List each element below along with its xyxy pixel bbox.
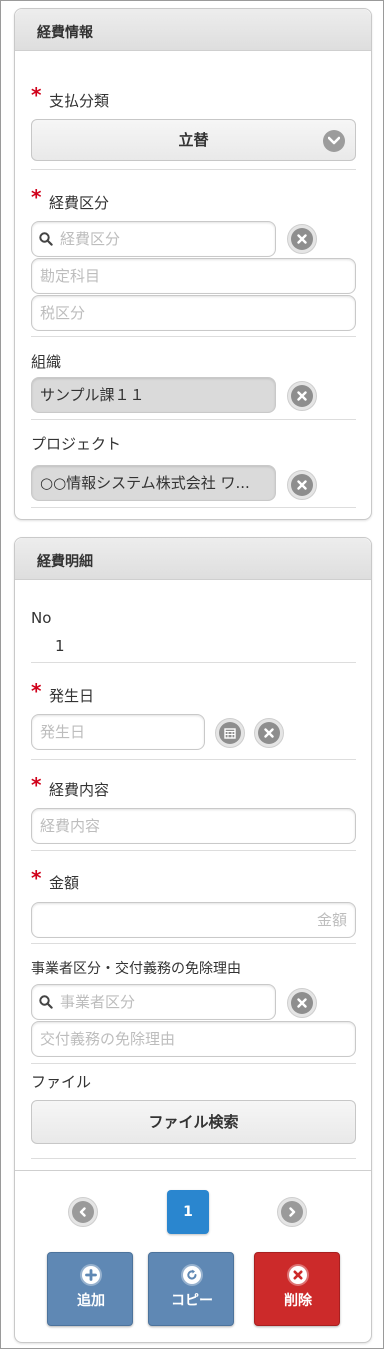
divider: [31, 943, 356, 944]
expense-category-label: 経費区分: [49, 194, 110, 212]
payment-category-select[interactable]: 立替: [31, 119, 356, 161]
date-input[interactable]: 発生日: [31, 714, 205, 750]
close-icon: [291, 474, 313, 496]
organization-value: サンプル課１１: [40, 386, 145, 404]
search-icon: [39, 232, 53, 246]
required-mark: *: [31, 866, 42, 890]
next-page-button[interactable]: [277, 1197, 307, 1227]
tax-category-placeholder: 税区分: [40, 304, 86, 322]
expense-info-header: 経費情報: [15, 9, 371, 51]
date-label: 発生日: [49, 687, 95, 705]
expense-category-search-input[interactable]: 経費区分: [31, 221, 276, 257]
plus-icon: [80, 1264, 102, 1286]
content-placeholder: 経費内容: [40, 817, 101, 835]
footer-divider: [15, 1170, 371, 1171]
copy-button[interactable]: コピー: [148, 1252, 234, 1326]
delete-label: 削除: [284, 1293, 312, 1309]
calendar-icon: [219, 722, 241, 744]
no-value: 1: [55, 637, 65, 655]
amount-input[interactable]: 金額: [31, 902, 356, 938]
delete-icon: [287, 1264, 309, 1286]
account-item-placeholder: 勘定科目: [40, 267, 101, 285]
expense-category-placeholder: 経費区分: [60, 230, 121, 248]
chevron-right-icon: [281, 1201, 303, 1223]
no-label: No: [31, 609, 52, 627]
add-button[interactable]: 追加: [47, 1252, 133, 1326]
page-1-button[interactable]: 1: [167, 1190, 209, 1234]
expense-detail-panel: 経費明細 No 1 * 発生日 発生日 * 経費内容 経費内容 * 金額 金額 …: [14, 537, 372, 1343]
required-mark: *: [31, 185, 42, 209]
clear-business-category-button[interactable]: [287, 988, 317, 1018]
organization-label: 組織: [31, 353, 62, 371]
file-label: ファイル: [31, 1073, 92, 1091]
content-input[interactable]: 経費内容: [31, 808, 356, 844]
amount-label: 金額: [49, 874, 80, 892]
organization-field[interactable]: サンプル課１１: [31, 377, 276, 413]
required-mark: *: [31, 83, 42, 107]
clear-project-button[interactable]: [287, 470, 317, 500]
divider: [31, 419, 356, 420]
account-item-input[interactable]: 勘定科目: [31, 258, 356, 294]
business-category-placeholder: 事業者区分: [60, 993, 136, 1011]
exemption-reason-input[interactable]: 交付義務の免除理由: [31, 1021, 356, 1057]
file-search-label: ファイル検索: [148, 1113, 239, 1131]
divider: [31, 1158, 356, 1159]
close-icon: [258, 722, 280, 744]
divider: [31, 336, 356, 337]
clear-organization-button[interactable]: [287, 381, 317, 411]
prev-page-button[interactable]: [68, 1197, 98, 1227]
chevron-left-icon: [72, 1201, 94, 1223]
date-placeholder: 発生日: [40, 723, 86, 741]
refresh-icon: [181, 1264, 203, 1286]
project-label: プロジェクト: [31, 435, 122, 453]
file-search-button[interactable]: ファイル検索: [31, 1100, 356, 1144]
amount-placeholder: 金額: [316, 911, 347, 929]
required-mark: *: [31, 773, 42, 797]
add-label: 追加: [77, 1293, 105, 1309]
close-icon: [291, 992, 313, 1014]
project-value: ○○情報システム株式会社 ワ...: [40, 474, 250, 492]
divider: [31, 1063, 356, 1064]
copy-label: コピー: [171, 1293, 213, 1309]
clear-expense-category-button[interactable]: [287, 224, 317, 254]
tax-category-input[interactable]: 税区分: [31, 295, 356, 331]
required-mark: *: [31, 679, 42, 703]
calendar-button[interactable]: [215, 718, 245, 748]
chevron-down-icon: [323, 130, 345, 152]
business-category-search-input[interactable]: 事業者区分: [31, 984, 276, 1020]
delete-button[interactable]: 削除: [254, 1252, 340, 1326]
expense-info-panel: 経費情報 * 支払分類 立替 * 経費区分 経費区分 勘定科目 税区分 組織 サ…: [14, 8, 372, 520]
payment-category-value: 立替: [178, 131, 209, 149]
search-icon: [39, 995, 53, 1009]
clear-date-button[interactable]: [254, 718, 284, 748]
divider: [31, 759, 356, 760]
exemption-reason-placeholder: 交付義務の免除理由: [40, 1030, 176, 1048]
business-label: 事業者区分・交付義務の免除理由: [31, 961, 241, 977]
divider: [31, 507, 356, 508]
project-field[interactable]: ○○情報システム株式会社 ワ...: [31, 465, 276, 501]
page-number: 1: [183, 1204, 193, 1220]
payment-category-label: 支払分類: [49, 92, 110, 110]
divider: [31, 169, 356, 170]
close-icon: [291, 228, 313, 250]
divider: [31, 662, 356, 663]
close-icon: [291, 385, 313, 407]
divider: [31, 850, 356, 851]
expense-detail-header: 経費明細: [15, 538, 371, 580]
content-label: 経費内容: [49, 781, 110, 799]
